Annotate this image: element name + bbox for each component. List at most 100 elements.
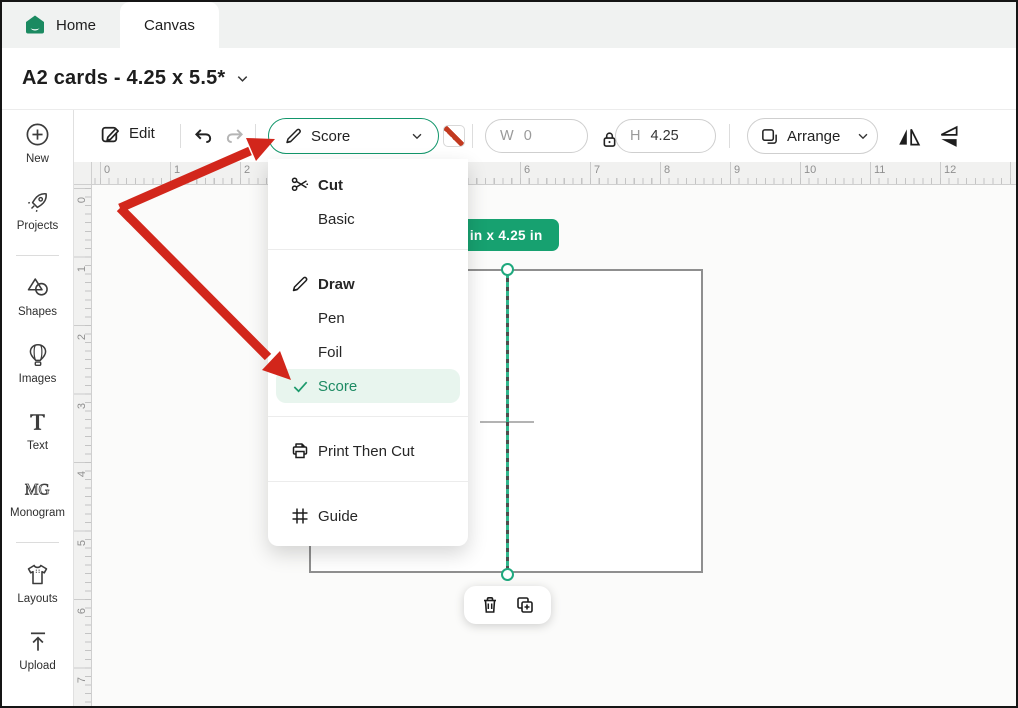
guide-icon <box>290 506 310 526</box>
cricut-home-icon <box>24 14 46 36</box>
scissors-icon <box>290 175 310 195</box>
flip-horizontal-icon <box>897 126 921 148</box>
vertical-ruler: 01234567 <box>74 185 92 706</box>
menu-item-label: Score <box>318 378 357 395</box>
menu-item-foil[interactable]: Foil <box>268 335 468 369</box>
check-icon <box>290 376 310 396</box>
text-icon <box>24 408 51 435</box>
menu-item-pen[interactable]: Pen <box>268 301 468 335</box>
sidebar-item-label: Images <box>19 373 57 385</box>
project-title: A2 cards - 4.25 x 5.5* <box>22 67 225 90</box>
sidebar-item-images[interactable]: Images <box>2 341 73 391</box>
menu-item-draw[interactable]: Draw <box>268 267 468 301</box>
v-ruler-number: 2 <box>76 330 88 344</box>
sidebar-item-label: Upload <box>19 660 55 672</box>
tshirt-icon <box>24 561 51 588</box>
menu-item-label: Basic <box>318 211 355 228</box>
operation-value: Score <box>311 128 350 145</box>
sidebar-divider <box>16 542 59 543</box>
horizontal-ruler: 0123456789101112 <box>92 162 1016 185</box>
selection-actions <box>464 586 551 624</box>
layers-icon <box>760 127 779 146</box>
h-ruler-number: 11 <box>874 164 885 176</box>
arrange-dropdown[interactable]: Arrange <box>747 118 878 154</box>
operation-menu: Cut Basic Draw Pen Foil Score Print Then Cut Gu… <box>268 159 468 546</box>
flip-horizontal-button[interactable] <box>896 125 922 149</box>
divider <box>729 124 730 148</box>
width-input[interactable]: W 0 <box>485 119 588 153</box>
tab-bar: Home Canvas <box>2 2 1016 48</box>
pencil-icon <box>290 274 310 294</box>
sidebar-item-text[interactable]: Text <box>2 408 73 458</box>
redo-icon <box>224 125 246 147</box>
duplicate-button[interactable] <box>515 595 535 615</box>
app-window: Home Canvas A2 cards - 4.25 x 5.5* New Pr… <box>0 0 1018 708</box>
sidebar-item-new[interactable]: New <box>2 121 73 171</box>
sidebar-item-monogram[interactable]: MGMonogram <box>2 475 73 525</box>
menu-divider <box>268 249 468 250</box>
menu-item-label: Pen <box>318 310 345 327</box>
v-ruler-number: 4 <box>76 467 88 481</box>
canvas-area[interactable]: 0123456789101112 01234567 0 in x 4.25 in <box>74 162 1016 706</box>
rocket-icon <box>24 188 51 215</box>
delete-button[interactable] <box>480 595 500 615</box>
tab-canvas[interactable]: Canvas <box>120 2 219 48</box>
svg-text:MG: MG <box>25 481 50 498</box>
menu-item-label: Cut <box>318 177 343 194</box>
menu-item-basic[interactable]: Basic <box>268 202 468 236</box>
title-chevron-down-icon[interactable] <box>235 71 250 86</box>
chevron-down-icon <box>410 129 424 143</box>
upload-icon <box>24 628 51 655</box>
ruler-corner <box>74 162 92 185</box>
flip-vertical-button[interactable] <box>936 125 962 149</box>
edit-label: Edit <box>129 125 155 142</box>
arrange-label: Arrange <box>787 128 840 145</box>
sidebar-item-label: Shapes <box>18 306 57 318</box>
tab-canvas-label: Canvas <box>144 17 195 34</box>
height-value: 4.25 <box>650 128 678 144</box>
score-line[interactable] <box>506 269 509 575</box>
flip-vertical-icon <box>937 126 961 148</box>
redo-button[interactable] <box>224 125 246 147</box>
undo-button[interactable] <box>192 125 214 147</box>
h-ruler-number: 9 <box>734 164 740 176</box>
divider <box>180 124 181 148</box>
height-input[interactable]: H 4.25 <box>615 119 716 153</box>
balloon-icon <box>24 341 51 368</box>
sidebar-item-shapes[interactable]: Shapes <box>2 274 73 324</box>
monogram-icon: MG <box>24 475 51 502</box>
v-ruler-number: 6 <box>76 604 88 618</box>
tab-home[interactable]: Home <box>2 2 120 48</box>
header: A2 cards - 4.25 x 5.5* <box>2 48 1016 110</box>
sidebar-item-label: Layouts <box>17 593 57 605</box>
menu-item-print-then-cut[interactable]: Print Then Cut <box>268 434 468 468</box>
h-ruler-number: 0 <box>104 164 110 176</box>
menu-divider <box>268 481 468 482</box>
score-line-bottom-handle[interactable] <box>501 568 514 581</box>
menu-divider <box>268 416 468 417</box>
menu-item-label: Draw <box>318 276 355 293</box>
menu-item-score[interactable]: Score <box>276 369 460 403</box>
sidebar-item-upload[interactable]: Upload <box>2 628 73 678</box>
divider <box>472 124 473 148</box>
color-swatch-none[interactable] <box>443 125 465 147</box>
edit-button[interactable]: Edit <box>100 123 155 144</box>
sidebar-item-layouts[interactable]: Layouts <box>2 561 73 611</box>
toolbar: Edit Score W 0 <box>74 110 1016 162</box>
printer-icon <box>290 441 310 461</box>
width-value: 0 <box>524 128 532 144</box>
v-ruler-number: 5 <box>76 536 88 550</box>
sidebar-item-label: Projects <box>17 220 59 232</box>
v-ruler-number: 7 <box>76 673 88 687</box>
menu-item-cut[interactable]: Cut <box>268 168 468 202</box>
sidebar-divider <box>16 255 59 256</box>
pencil-icon <box>283 126 303 146</box>
menu-item-guide[interactable]: Guide <box>268 499 468 533</box>
operation-dropdown[interactable]: Score <box>268 118 439 154</box>
edit-icon <box>100 123 121 144</box>
score-line-top-handle[interactable] <box>501 263 514 276</box>
menu-item-label: Print Then Cut <box>318 443 414 460</box>
sidebar-item-projects[interactable]: Projects <box>2 188 73 238</box>
width-label: W <box>500 128 514 144</box>
chevron-down-icon <box>856 129 870 143</box>
